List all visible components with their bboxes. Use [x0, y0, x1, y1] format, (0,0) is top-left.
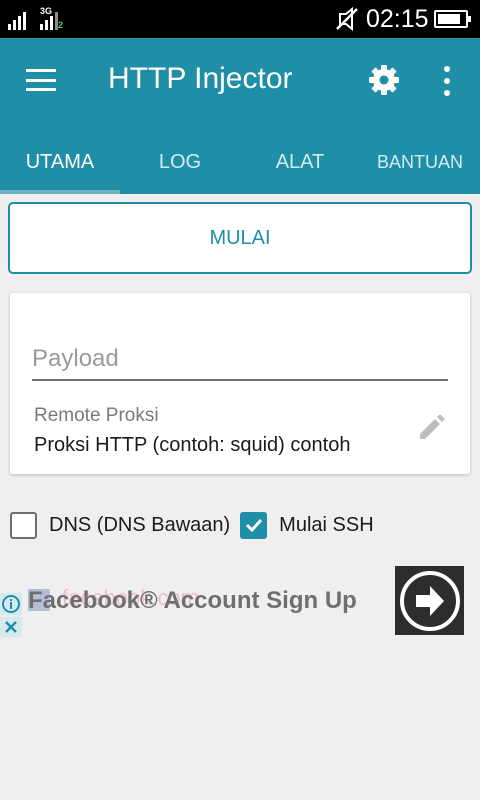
tab-utama[interactable]: UTAMA — [0, 130, 120, 194]
config-card: Remote Proksi Proksi HTTP (contoh: squid… — [10, 293, 470, 474]
tab-bar: UTAMA LOG ALAT BANTUAN — [0, 130, 480, 194]
options-row: DNS (DNS Bawaan) Mulai SSH — [10, 510, 384, 540]
app-bar: HTTP Injector UTAMA LOG ALAT BANTUAN — [0, 38, 480, 194]
signal-strength-icon-sim2 — [40, 8, 58, 30]
app-title: HTTP Injector — [108, 62, 293, 95]
more-vert-icon[interactable] — [437, 66, 457, 96]
tab-bantuan[interactable]: BANTUAN — [360, 130, 480, 194]
signal-strength-icon-sim1 — [8, 8, 26, 30]
clock: 02:15 — [366, 5, 429, 33]
dns-checkbox[interactable] — [10, 511, 37, 539]
ssh-checkbox-label: Mulai SSH — [279, 513, 374, 536]
dns-checkbox-label: DNS (DNS Bawaan) — [49, 513, 231, 536]
arrow-right-icon — [399, 570, 460, 631]
start-button[interactable]: MULAI — [8, 202, 472, 274]
ad-banner[interactable]: facebook.com Facebook® Account Sign Up — [0, 563, 480, 639]
vibrate-off-icon — [336, 6, 358, 32]
tab-alat[interactable]: ALAT — [240, 130, 360, 194]
battery-icon — [434, 10, 471, 28]
ad-info-icon[interactable] — [0, 593, 22, 615]
gear-icon[interactable] — [367, 63, 401, 97]
ad-close-icon[interactable] — [0, 617, 22, 637]
ad-title[interactable]: Facebook® Account Sign Up — [28, 587, 357, 615]
menu-icon[interactable] — [26, 67, 56, 93]
ssh-checkbox[interactable] — [240, 511, 268, 539]
pencil-icon[interactable] — [416, 413, 446, 443]
check-icon — [245, 518, 262, 533]
tab-log[interactable]: LOG — [120, 130, 240, 194]
remote-proxy-value: Proksi HTTP (contoh: squid) contoh — [34, 434, 351, 456]
ad-arrow-button[interactable] — [395, 566, 464, 635]
sim-slot-label: 2 — [58, 20, 64, 30]
status-bar: 3G 2 02:15 — [0, 0, 480, 38]
payload-input[interactable] — [32, 339, 448, 381]
remote-proxy-label: Remote Proksi — [34, 405, 159, 426]
